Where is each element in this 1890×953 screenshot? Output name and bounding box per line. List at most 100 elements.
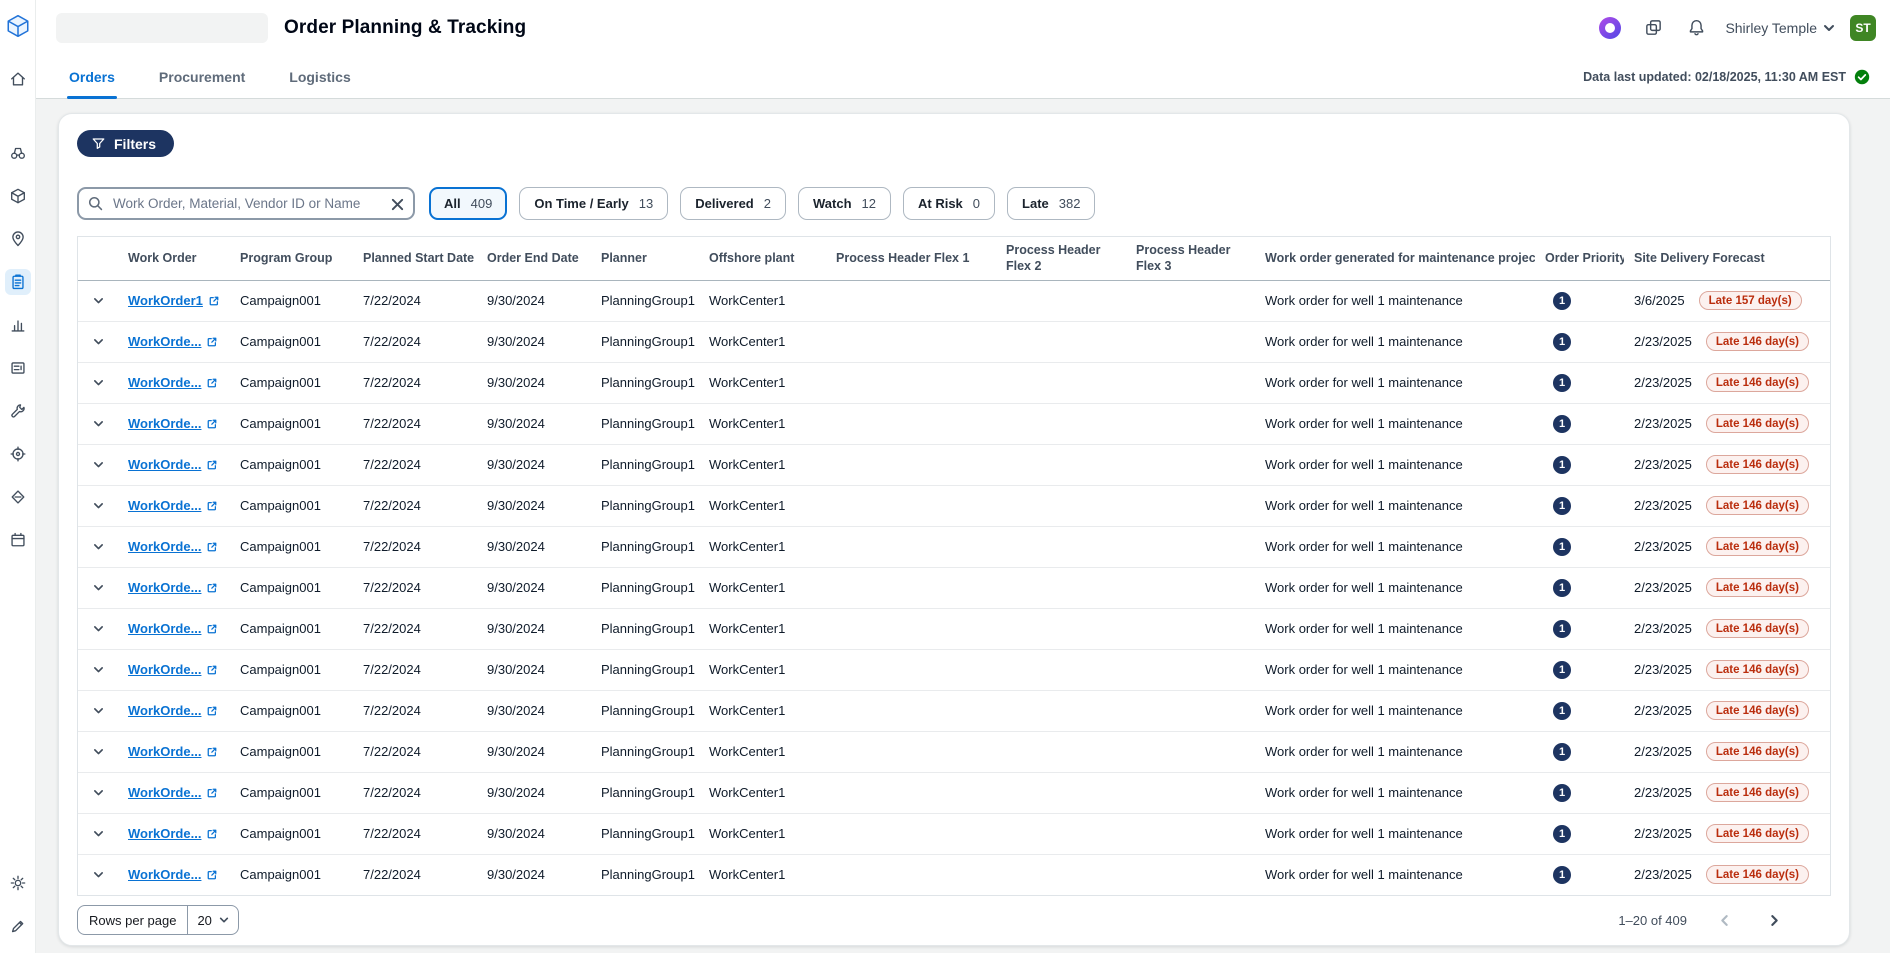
cell-planner: PlanningGroup1 bbox=[591, 567, 699, 608]
col-planned-start: Planned Start Date bbox=[353, 237, 477, 280]
col-order-priority: Order Priority bbox=[1535, 237, 1624, 280]
edit-pencil-icon[interactable] bbox=[5, 913, 31, 939]
cell-offshore-plant: WorkCenter1 bbox=[699, 444, 826, 485]
cell-flex1 bbox=[826, 362, 996, 403]
user-menu[interactable]: Shirley Temple bbox=[1725, 20, 1835, 36]
filter-chip[interactable]: Late 382 bbox=[1007, 187, 1095, 220]
work-order-link[interactable]: WorkOrde... bbox=[128, 416, 218, 431]
cell-flex2 bbox=[996, 854, 1126, 895]
work-order-link[interactable]: WorkOrde... bbox=[128, 334, 218, 349]
diamond-icon[interactable] bbox=[5, 484, 31, 510]
work-order-link[interactable]: WorkOrder1 bbox=[128, 293, 220, 308]
app-logo-icon[interactable] bbox=[4, 12, 32, 40]
work-order-link[interactable]: WorkOrde... bbox=[128, 498, 218, 513]
cell-order-end: 9/30/2024 bbox=[477, 526, 591, 567]
work-order-link[interactable]: WorkOrde... bbox=[128, 785, 218, 800]
tab-procurement[interactable]: Procurement bbox=[157, 55, 247, 98]
bell-icon[interactable] bbox=[1682, 14, 1710, 42]
sidebar-bottom bbox=[5, 870, 31, 939]
filter-chip[interactable]: All 409 bbox=[429, 187, 507, 220]
calendar-icon[interactable] bbox=[5, 527, 31, 553]
cell-program-group: Campaign001 bbox=[230, 485, 353, 526]
cell-planner: PlanningGroup1 bbox=[591, 526, 699, 567]
work-order-link[interactable]: WorkOrde... bbox=[128, 744, 218, 759]
location-pin-icon[interactable] bbox=[5, 226, 31, 252]
bar-chart-icon[interactable] bbox=[5, 312, 31, 338]
row-expand-button[interactable] bbox=[85, 534, 111, 560]
home-icon[interactable] bbox=[5, 66, 31, 92]
row-expand-button[interactable] bbox=[85, 493, 111, 519]
col-site-delivery-forecast: Site Delivery Forecast bbox=[1624, 237, 1830, 280]
row-expand-button[interactable] bbox=[85, 780, 111, 806]
chip-label: Delivered bbox=[695, 196, 754, 211]
crosshair-icon[interactable] bbox=[5, 441, 31, 467]
clear-search-icon[interactable] bbox=[385, 192, 409, 216]
cell-flex3 bbox=[1126, 649, 1255, 690]
news-icon[interactable] bbox=[5, 355, 31, 381]
table-row: WorkOrde... Campaign001 7/22/2024 9/30/2… bbox=[78, 731, 1830, 772]
binoculars-icon[interactable] bbox=[5, 140, 31, 166]
work-order-link[interactable]: WorkOrde... bbox=[128, 580, 218, 595]
cell-planner: PlanningGroup1 bbox=[591, 485, 699, 526]
row-expand-button[interactable] bbox=[85, 862, 111, 888]
previous-page-icon[interactable] bbox=[1711, 907, 1737, 933]
rows-per-page-select[interactable]: Rows per page 20 bbox=[77, 905, 239, 935]
settings-gear-icon[interactable] bbox=[5, 870, 31, 896]
stacked-windows-icon[interactable] bbox=[1639, 14, 1667, 42]
app-root: Order Planning & Tracking Shirley Temple… bbox=[0, 0, 1890, 953]
row-expand-button[interactable] bbox=[85, 698, 111, 724]
row-expand-button[interactable] bbox=[85, 329, 111, 355]
cell-maintenance-project: Work order for well 1 maintenance bbox=[1255, 772, 1535, 813]
avatar[interactable]: ST bbox=[1850, 15, 1876, 41]
row-expand-button[interactable] bbox=[85, 821, 111, 847]
cell-program-group: Campaign001 bbox=[230, 690, 353, 731]
search-input[interactable] bbox=[77, 187, 415, 220]
work-order-link[interactable]: WorkOrde... bbox=[128, 457, 218, 472]
cell-flex1 bbox=[826, 280, 996, 321]
assistant-icon[interactable] bbox=[1596, 14, 1624, 42]
forecast-date: 2/23/2025 bbox=[1634, 498, 1692, 513]
cell-flex2 bbox=[996, 567, 1126, 608]
row-expand-button[interactable] bbox=[85, 739, 111, 765]
filter-chip[interactable]: Delivered 2 bbox=[680, 187, 786, 220]
chip-count: 13 bbox=[639, 196, 653, 211]
priority-badge: 1 bbox=[1553, 743, 1571, 761]
filter-chip[interactable]: Watch 12 bbox=[798, 187, 891, 220]
cell-flex3 bbox=[1126, 280, 1255, 321]
chevron-down-icon bbox=[92, 581, 105, 594]
work-order-link[interactable]: WorkOrde... bbox=[128, 375, 218, 390]
next-page-icon[interactable] bbox=[1761, 907, 1787, 933]
work-order-link[interactable]: WorkOrde... bbox=[128, 539, 218, 554]
tab-strip: Orders Procurement Logistics Data last u… bbox=[36, 55, 1890, 99]
cell-program-group: Campaign001 bbox=[230, 444, 353, 485]
filter-chip[interactable]: On Time / Early 13 bbox=[519, 187, 668, 220]
cell-planned-start: 7/22/2024 bbox=[353, 403, 477, 444]
package-icon[interactable] bbox=[5, 183, 31, 209]
work-order-link[interactable]: WorkOrde... bbox=[128, 867, 218, 882]
work-order-link[interactable]: WorkOrde... bbox=[128, 621, 218, 636]
work-order-link[interactable]: WorkOrde... bbox=[128, 703, 218, 718]
work-order-link[interactable]: WorkOrde... bbox=[128, 826, 218, 841]
col-work-order: Work Order bbox=[118, 237, 230, 280]
row-expand-button[interactable] bbox=[85, 616, 111, 642]
tab-logistics[interactable]: Logistics bbox=[287, 55, 352, 98]
cell-offshore-plant: WorkCenter1 bbox=[699, 280, 826, 321]
orders-clipboard-icon[interactable] bbox=[5, 269, 31, 295]
work-order-link[interactable]: WorkOrde... bbox=[128, 662, 218, 677]
row-expand-button[interactable] bbox=[85, 411, 111, 437]
search-and-filters-row: All 409 On Time / Early 13 Delivered 2 W… bbox=[77, 187, 1831, 220]
wrench-icon[interactable] bbox=[5, 398, 31, 424]
tab-orders[interactable]: Orders bbox=[67, 55, 117, 98]
cell-offshore-plant: WorkCenter1 bbox=[699, 772, 826, 813]
filter-chip[interactable]: At Risk 0 bbox=[903, 187, 995, 220]
chevron-down-icon bbox=[92, 499, 105, 512]
orders-table: Work Order Program Group Planned Start D… bbox=[77, 236, 1831, 896]
filters-button[interactable]: Filters bbox=[77, 130, 174, 157]
chevron-down-icon bbox=[92, 745, 105, 758]
row-expand-button[interactable] bbox=[85, 452, 111, 478]
row-expand-button[interactable] bbox=[85, 575, 111, 601]
row-expand-button[interactable] bbox=[85, 370, 111, 396]
row-expand-button[interactable] bbox=[85, 288, 111, 314]
row-expand-button[interactable] bbox=[85, 657, 111, 683]
chip-count: 382 bbox=[1059, 196, 1081, 211]
